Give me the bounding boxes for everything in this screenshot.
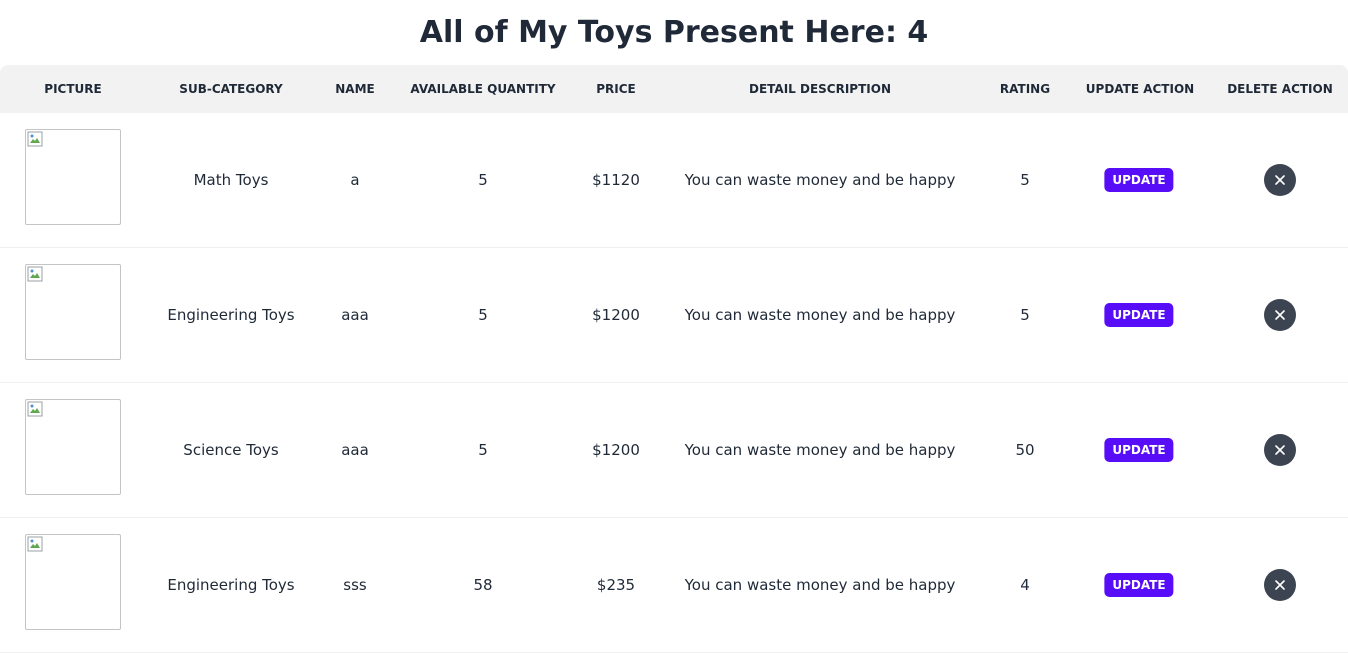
toy-picture: [25, 534, 121, 630]
header-delete-action: DELETE ACTION: [1227, 82, 1333, 96]
cell-name: aaa: [341, 306, 369, 324]
close-icon: [1275, 580, 1285, 590]
cell-rating: 5: [1020, 171, 1030, 189]
header-rating: RATING: [999, 82, 1051, 96]
close-icon: [1275, 175, 1285, 185]
broken-image-icon: [27, 536, 43, 552]
table-row: Engineering Toys aaa 5 $1200 You can was…: [0, 248, 1348, 383]
update-button[interactable]: UPDATE: [1104, 573, 1174, 597]
cell-quantity: 5: [478, 306, 488, 324]
broken-image-icon: [27, 401, 43, 417]
table-row: Science Toys aaa 5 $1200 You can waste m…: [0, 383, 1348, 518]
update-button[interactable]: UPDATE: [1104, 303, 1174, 327]
close-icon: [1275, 310, 1285, 320]
header-available-quantity: AVAILABLE QUANTITY: [410, 82, 556, 96]
cell-sub-category: Engineering Toys: [167, 576, 295, 594]
table-header: PICTURE SUB-CATEGORY NAME AVAILABLE QUAN…: [0, 65, 1348, 113]
delete-button[interactable]: [1264, 434, 1296, 466]
delete-button[interactable]: [1264, 569, 1296, 601]
close-icon: [1275, 445, 1285, 455]
cell-rating: 4: [1020, 576, 1030, 594]
cell-name: sss: [343, 576, 367, 594]
cell-price: $1200: [592, 441, 640, 459]
cell-quantity: 5: [478, 441, 488, 459]
cell-name: aaa: [341, 441, 369, 459]
header-picture: PICTURE: [44, 82, 102, 96]
cell-sub-category: Science Toys: [183, 441, 279, 459]
header-name: NAME: [335, 82, 375, 96]
header-update-action: UPDATE ACTION: [1085, 82, 1195, 96]
cell-price: $1120: [592, 171, 640, 189]
cell-sub-category: Math Toys: [193, 171, 269, 189]
cell-description: You can waste money and be happy: [684, 306, 956, 324]
broken-image-icon: [27, 266, 43, 282]
update-button[interactable]: UPDATE: [1104, 168, 1174, 192]
cell-sub-category: Engineering Toys: [167, 306, 295, 324]
cell-description: You can waste money and be happy: [684, 576, 956, 594]
cell-price: $235: [596, 576, 636, 594]
delete-button[interactable]: [1264, 164, 1296, 196]
page-title: All of My Toys Present Here: 4: [419, 15, 929, 50]
cell-description: You can waste money and be happy: [684, 441, 956, 459]
cell-name: a: [350, 171, 360, 189]
toy-picture: [25, 129, 121, 225]
cell-rating: 5: [1020, 306, 1030, 324]
header-sub-category: SUB-CATEGORY: [179, 82, 283, 96]
header-detail-description: DETAIL DESCRIPTION: [749, 82, 891, 96]
header-price: PRICE: [596, 82, 636, 96]
toys-table: PICTURE SUB-CATEGORY NAME AVAILABLE QUAN…: [0, 65, 1348, 653]
cell-quantity: 5: [478, 171, 488, 189]
table-body: Math Toys a 5 $1120 You can waste money …: [0, 113, 1348, 653]
update-button[interactable]: UPDATE: [1104, 438, 1174, 462]
cell-rating: 50: [1015, 441, 1035, 459]
toy-picture: [25, 399, 121, 495]
table-row: Engineering Toys sss 58 $235 You can was…: [0, 518, 1348, 653]
broken-image-icon: [27, 131, 43, 147]
toy-picture: [25, 264, 121, 360]
cell-quantity: 58: [473, 576, 493, 594]
cell-description: You can waste money and be happy: [684, 171, 956, 189]
table-row: Math Toys a 5 $1120 You can waste money …: [0, 113, 1348, 248]
cell-price: $1200: [592, 306, 640, 324]
delete-button[interactable]: [1264, 299, 1296, 331]
